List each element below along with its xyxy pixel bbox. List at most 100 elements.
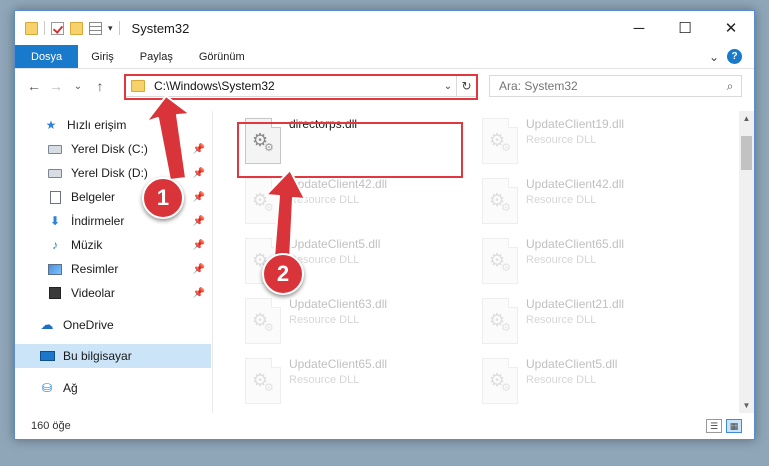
- pin-icon[interactable]: 📌: [193, 168, 205, 179]
- ribbon-right: ⌄ ?: [709, 45, 754, 68]
- sidebar-item-disk-d[interactable]: Yerel Disk (D:) 📌: [15, 161, 211, 185]
- up-button[interactable]: ↑: [89, 78, 111, 94]
- file-type: Resource DLL: [526, 314, 597, 326]
- sidebar-item-disk-c[interactable]: Yerel Disk (C:) 📌: [15, 137, 211, 161]
- address-highlight-box: [124, 74, 478, 100]
- tab-home[interactable]: Giriş: [78, 45, 127, 68]
- file-item[interactable]: ⚙ ⚙ UpdateClient65.dll Resource DLL: [239, 355, 469, 413]
- back-button[interactable]: ←: [23, 78, 45, 94]
- search-icon[interactable]: ⌕: [719, 79, 741, 94]
- sidebar-item-this-pc[interactable]: Bu bilgisayar: [15, 344, 211, 368]
- file-name: UpdateClient42.dll: [526, 177, 625, 191]
- sidebar-item-label: Yerel Disk (D:): [71, 166, 148, 180]
- file-name: UpdateClient21.dll: [526, 297, 625, 311]
- file-type: Resource DLL: [289, 314, 360, 326]
- sidebar-item-quick-access[interactable]: ★ Hızlı erişim: [15, 113, 211, 137]
- status-bar: 160 öğe ☰ ▦: [15, 413, 754, 439]
- properties-icon[interactable]: [89, 21, 102, 35]
- music-icon: ♪: [52, 238, 58, 252]
- file-name: UpdateClient65.dll: [526, 237, 625, 251]
- file-type: Resource DLL: [289, 254, 360, 266]
- video-icon: [47, 286, 63, 300]
- file-highlight-box: [237, 122, 463, 178]
- pin-icon[interactable]: 📌: [193, 240, 205, 251]
- file-item[interactable]: ⚙ ⚙ UpdateClient42.dll Resource DLL: [476, 175, 706, 233]
- document-icon: [47, 190, 63, 204]
- view-buttons: ☰ ▦: [706, 419, 754, 433]
- sidebar-item-label: Müzik: [71, 238, 103, 252]
- details-view-icon[interactable]: ☰: [706, 419, 722, 433]
- file-item[interactable]: ⚙ ⚙ UpdateClient42.dll Resource DLL: [239, 175, 469, 233]
- file-type: Resource DLL: [289, 374, 360, 386]
- toolbar-divider: [118, 21, 120, 35]
- pin-icon[interactable]: 📌: [193, 264, 205, 275]
- dll-file-icon: ⚙⚙: [482, 298, 518, 344]
- pin-icon[interactable]: 📌: [193, 192, 205, 203]
- file-item[interactable]: ⚙ ⚙ UpdateClient63.dll Resource DLL: [239, 295, 469, 353]
- sidebar-item-pictures[interactable]: Resimler 📌: [15, 257, 211, 281]
- scroll-up-icon[interactable]: ▲: [739, 111, 754, 126]
- pin-icon[interactable]: 📌: [193, 216, 205, 227]
- search-box[interactable]: ⌕: [489, 75, 742, 97]
- file-item[interactable]: ⚙ ⚙ UpdateClient65.dll Resource DLL: [476, 235, 706, 293]
- network-icon: ⛁: [41, 381, 53, 395]
- properties-check-icon[interactable]: [51, 21, 64, 35]
- dll-file-icon: ⚙⚙: [482, 358, 518, 404]
- tab-view[interactable]: Görünüm: [186, 45, 258, 68]
- file-name: UpdateClient5.dll: [289, 237, 381, 251]
- file-name: UpdateClient19.dll: [526, 117, 625, 131]
- window-controls: ─ ☐ ✕: [616, 11, 754, 45]
- tab-file[interactable]: Dosya: [15, 45, 79, 68]
- sidebar-item-label: Bu bilgisayar: [63, 349, 132, 363]
- file-type: Resource DLL: [289, 194, 360, 206]
- new-folder-icon[interactable]: [70, 21, 83, 35]
- navigation-pane: ★ Hızlı erişim Yerel Disk (C:) 📌 Yerel D…: [15, 111, 213, 413]
- dll-file-icon: ⚙⚙: [245, 178, 281, 224]
- disk-icon: [47, 166, 63, 180]
- star-icon: ★: [45, 118, 57, 132]
- help-icon[interactable]: ?: [727, 49, 742, 64]
- search-input[interactable]: [499, 79, 719, 93]
- close-button[interactable]: ✕: [708, 11, 754, 45]
- file-item[interactable]: ⚙ ⚙ UpdateClient21.dll Resource DLL: [476, 295, 706, 353]
- recent-locations-button[interactable]: ⌄: [67, 81, 89, 92]
- minimize-button[interactable]: ─: [616, 11, 662, 45]
- sidebar-item-music[interactable]: ♪ Müzik 📌: [15, 233, 211, 257]
- cloud-icon: ☁: [40, 317, 54, 332]
- sidebar-item-videos[interactable]: Videolar 📌: [15, 281, 211, 305]
- folder-icon: [25, 21, 38, 35]
- sidebar-item-label: Videolar: [71, 286, 115, 300]
- file-item[interactable]: ⚙ ⚙ UpdateClient19.dll Resource DLL: [476, 115, 706, 173]
- pictures-icon: [47, 262, 63, 276]
- disk-icon: [47, 142, 63, 156]
- sidebar-item-label: Ağ: [63, 381, 78, 395]
- large-icons-view-icon[interactable]: ▦: [726, 419, 742, 433]
- quick-access-toolbar: ▾: [15, 21, 120, 35]
- scroll-thumb[interactable]: [741, 136, 752, 170]
- vertical-scrollbar[interactable]: ▲ ▼: [739, 111, 754, 413]
- file-type: Resource DLL: [526, 194, 597, 206]
- file-type: Resource DLL: [526, 374, 597, 386]
- tab-share[interactable]: Paylaş: [127, 45, 186, 68]
- file-name: UpdateClient42.dll: [289, 177, 388, 191]
- file-name: UpdateClient63.dll: [289, 297, 388, 311]
- scroll-down-icon[interactable]: ▼: [739, 398, 754, 413]
- maximize-button[interactable]: ☐: [662, 11, 708, 45]
- qat-dropdown-icon[interactable]: ▾: [108, 23, 113, 34]
- sidebar-item-downloads[interactable]: ⬇ İndirmeler 📌: [15, 209, 211, 233]
- forward-button[interactable]: →: [45, 78, 67, 94]
- sidebar-item-label: İndirmeler: [71, 214, 125, 228]
- sidebar-item-onedrive[interactable]: ☁ OneDrive: [15, 313, 211, 337]
- expand-ribbon-icon[interactable]: ⌄: [709, 50, 719, 64]
- sidebar-item-label: Hızlı erişim: [67, 118, 127, 132]
- dll-file-icon: ⚙⚙: [482, 238, 518, 284]
- dll-file-icon: ⚙⚙: [245, 298, 281, 344]
- pin-icon[interactable]: 📌: [193, 288, 205, 299]
- file-type: Resource DLL: [526, 254, 597, 266]
- pin-icon[interactable]: 📌: [193, 144, 205, 155]
- title-bar: ▾ System32 ─ ☐ ✕: [15, 11, 754, 45]
- file-name: UpdateClient5.dll: [526, 357, 618, 371]
- file-item[interactable]: ⚙⚙ UpdateClient5.dll Resource DLL: [476, 355, 706, 413]
- sidebar-item-label: Yerel Disk (C:): [71, 142, 148, 156]
- sidebar-item-network[interactable]: ⛁ Ağ: [15, 376, 211, 400]
